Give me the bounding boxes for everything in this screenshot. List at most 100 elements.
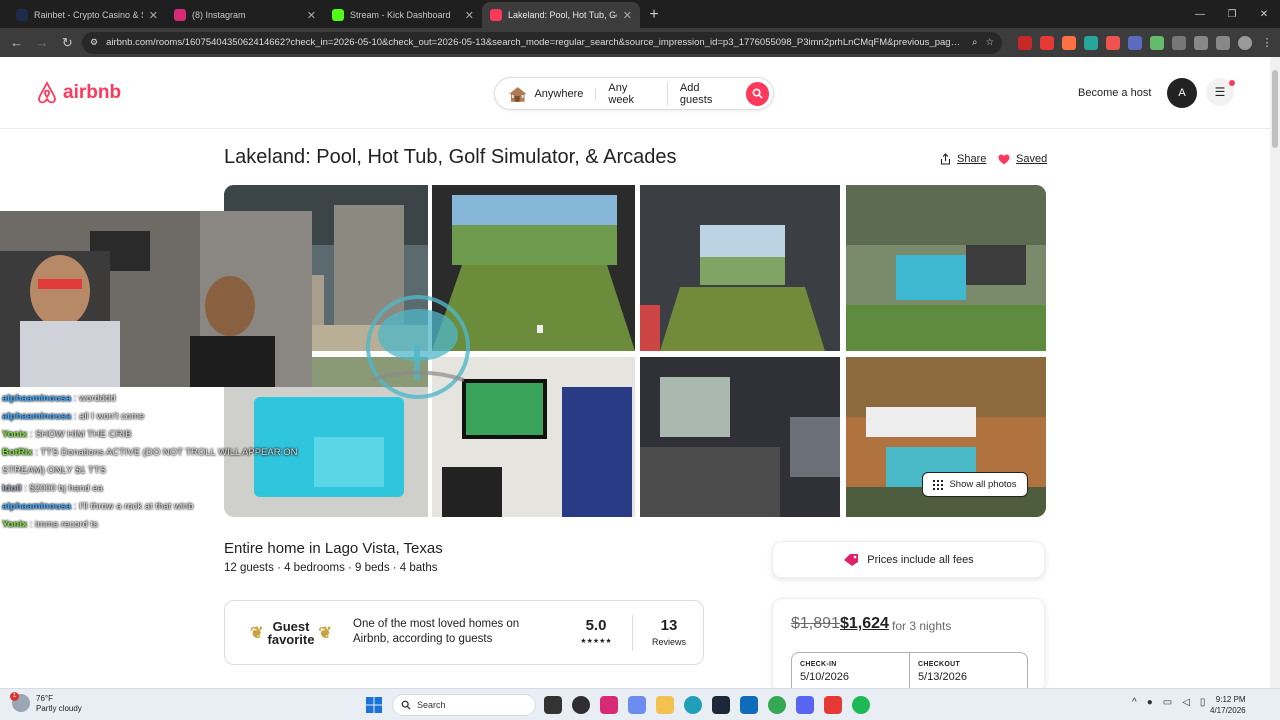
microphone-icon[interactable]: ● <box>1147 697 1153 708</box>
browser-tab[interactable]: (8) Instagram ✕ <box>166 2 324 28</box>
chrome-icon[interactable] <box>768 696 786 714</box>
chat-text: : I'll throw a rock at that winb <box>71 501 194 512</box>
taskbar-search[interactable]: Search <box>392 694 536 716</box>
notification-dot <box>1229 80 1235 86</box>
sidepanel-icon[interactable] <box>1193 35 1208 50</box>
bookmark-star-icon[interactable]: ☆ <box>985 37 994 48</box>
saved-button[interactable]: Saved <box>998 153 1047 165</box>
discord-icon[interactable] <box>796 696 814 714</box>
listing-details: 12 guests · 4 bedrooms · 9 beds · 4 bath… <box>224 562 438 574</box>
reviews-label[interactable]: Reviews <box>643 637 695 647</box>
laurel-left-icon: ❦ <box>250 624 264 642</box>
new-tab-button[interactable]: + <box>640 2 668 28</box>
guest-favorite-badge: ❦ Guest favorite ❦ <box>243 615 339 651</box>
grid-icon <box>933 479 944 490</box>
nights-label: for 3 nights <box>892 619 952 633</box>
airbnb-logo-icon <box>38 81 56 104</box>
zoom-icon[interactable]: ⌕ <box>972 37 977 48</box>
browser-tab[interactable]: Stream - Kick Dashboard ✕ <box>324 2 482 28</box>
tree-watermark-logo <box>366 295 470 399</box>
photo-bar[interactable] <box>640 357 840 517</box>
photo-gallery[interactable] <box>224 185 1046 517</box>
reload-icon[interactable]: ↻ <box>57 32 78 54</box>
extension-icon[interactable] <box>1061 35 1076 50</box>
chat-message: BotRix : TTS Donations ACTIVE (DO NOT TR… <box>2 444 302 480</box>
browser-tab[interactable]: Lakeland: Pool, Hot Tub, Golf Si ✕ <box>482 2 640 28</box>
guest-favorite-card[interactable]: ❦ Guest favorite ❦ One of the most loved… <box>224 600 704 665</box>
search-button[interactable] <box>745 81 769 106</box>
forward-icon[interactable]: → <box>31 32 52 54</box>
photo-golf-sim-2[interactable] <box>640 185 840 351</box>
checkin-field[interactable]: CHECK-IN 5/10/2026 <box>792 653 910 692</box>
chat-message: Idoll : $2000 bj hand ea <box>2 480 302 498</box>
extension-icon[interactable] <box>1149 35 1164 50</box>
chat-username: alphaaminousa <box>2 393 72 404</box>
address-bar[interactable]: ⚙ airbnb.com/rooms/1607540435062414662?c… <box>81 31 1002 54</box>
checkout-field[interactable]: CHECKOUT 5/13/2026 <box>910 653 1027 692</box>
profile-icon[interactable] <box>1237 35 1252 50</box>
tray-chevron-icon[interactable]: ^ <box>1132 697 1137 708</box>
reviews-count[interactable]: 13 <box>643 617 695 634</box>
tab-favicon-icon <box>332 9 344 21</box>
steam-icon[interactable] <box>712 696 730 714</box>
extension-icon[interactable] <box>1083 35 1098 50</box>
extension-icon[interactable] <box>1105 35 1120 50</box>
scrollbar-thumb[interactable] <box>1272 70 1278 148</box>
show-all-photos-button[interactable]: Show all photos <box>922 472 1028 497</box>
prices-include-fees-banner: Prices include all fees <box>772 541 1045 578</box>
price-tag-icon <box>844 553 859 566</box>
volume-icon[interactable]: ◁ <box>1182 697 1190 708</box>
clock[interactable]: 9:12 PM 4/17/2026 <box>1210 694 1246 716</box>
heart-icon <box>998 154 1010 164</box>
listing-title: Lakeland: Pool, Hot Tub, Golf Simulator,… <box>224 146 677 168</box>
more-menu-icon[interactable]: ⋮ <box>1260 36 1274 50</box>
extension-icon[interactable] <box>1017 35 1032 50</box>
date-picker[interactable]: CHECK-IN 5/10/2026 CHECKOUT 5/13/2026 <box>791 652 1028 692</box>
edge-icon[interactable] <box>684 696 702 714</box>
battery-icon[interactable]: ▯ <box>1200 697 1206 708</box>
search-who[interactable]: Add guests <box>668 82 746 106</box>
puzzle-icon[interactable] <box>1171 35 1186 50</box>
become-host-link[interactable]: Become a host <box>1078 87 1151 99</box>
extension-icon[interactable] <box>1127 35 1142 50</box>
tab-close-icon[interactable]: ✕ <box>307 9 316 22</box>
weather-widget[interactable]: 1 76°F Partly cloudy <box>10 692 82 714</box>
tab-close-icon[interactable]: ✕ <box>465 9 474 22</box>
windows-start-icon[interactable] <box>366 697 382 713</box>
chat-text: : TTS Donations ACTIVE (DO NOT TROLL WIL… <box>2 447 298 476</box>
extension-icon[interactable] <box>1039 35 1054 50</box>
divider <box>632 615 633 651</box>
taskview-icon[interactable] <box>544 696 562 714</box>
back-icon[interactable]: ← <box>6 32 27 54</box>
tab-close-icon[interactable]: ✕ <box>149 9 158 22</box>
minimize-icon[interactable]: — <box>1184 0 1216 28</box>
spotify-icon[interactable] <box>852 696 870 714</box>
maximize-icon[interactable]: ❐ <box>1216 0 1248 28</box>
discounted-price[interactable]: $1,624 <box>840 615 889 633</box>
search-bar[interactable]: Anywhere Any week Add guests <box>494 77 774 110</box>
obs-icon[interactable] <box>572 696 590 714</box>
app-icon[interactable] <box>824 696 842 714</box>
search-where[interactable]: Anywhere <box>534 87 597 100</box>
page-scrollbar[interactable] <box>1270 57 1280 688</box>
browser-tab[interactable]: Rainbet - Crypto Casino & Spo ✕ <box>8 2 166 28</box>
photo-pool-aerial[interactable] <box>846 185 1046 351</box>
chat-message: alphaaminousa : wordddd <box>2 390 302 408</box>
tab-close-icon[interactable]: ✕ <box>623 9 632 22</box>
airbnb-logo[interactable]: airbnb <box>35 81 121 105</box>
network-icon[interactable]: ▭ <box>1163 697 1172 708</box>
close-window-icon[interactable]: ✕ <box>1248 0 1280 28</box>
file-explorer-icon[interactable] <box>656 696 674 714</box>
outlook-icon[interactable] <box>740 696 758 714</box>
copilot-icon[interactable] <box>628 696 646 714</box>
search-when[interactable]: Any week <box>596 81 668 106</box>
guest-favorite-description: One of the most loved homes on Airbnb, a… <box>353 618 520 645</box>
avatar[interactable]: A <box>1167 78 1197 108</box>
search-icon <box>401 700 411 710</box>
instagram-icon[interactable] <box>600 696 618 714</box>
chat-message: alphaaminousa : I'll throw a rock at tha… <box>2 498 302 516</box>
site-info-icon[interactable]: ⚙ <box>90 37 98 48</box>
share-button[interactable]: Share <box>940 153 986 165</box>
download-icon[interactable] <box>1215 35 1230 50</box>
tab-title: Lakeland: Pool, Hot Tub, Golf Si <box>508 10 617 20</box>
